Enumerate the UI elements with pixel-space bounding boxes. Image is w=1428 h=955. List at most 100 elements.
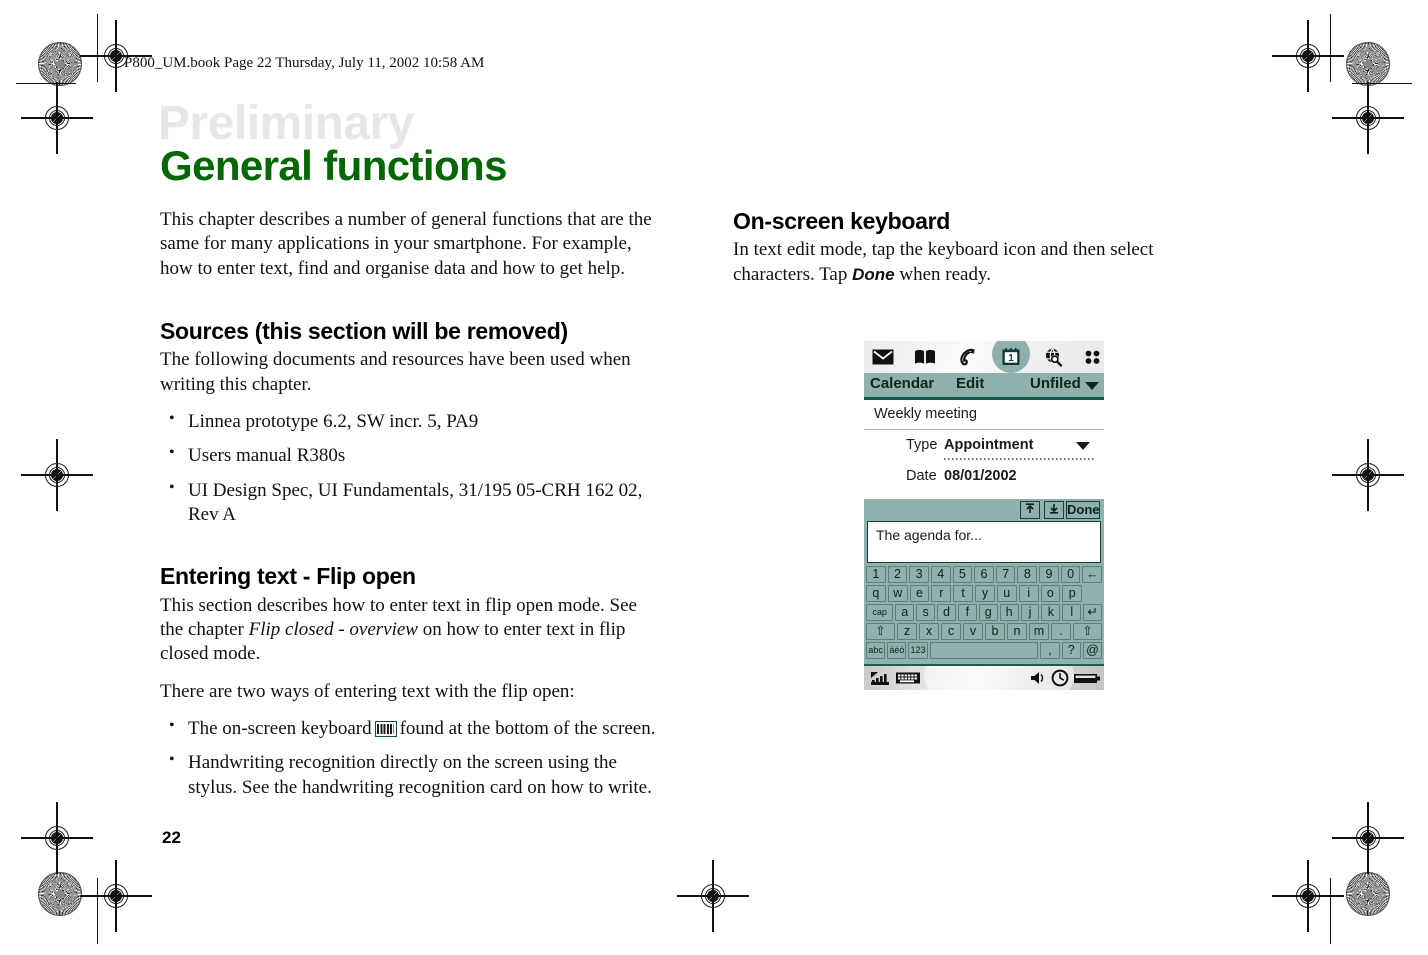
- clock-icon[interactable]: [1051, 669, 1069, 690]
- key-m[interactable]: m: [1029, 623, 1049, 640]
- battery-icon[interactable]: [1073, 669, 1101, 690]
- scroll-to-bottom-button[interactable]: [1044, 501, 1064, 519]
- numeric-mode-key[interactable]: 123: [908, 642, 928, 659]
- shift-key-left[interactable]: ⇧: [866, 623, 895, 640]
- key-1[interactable]: 1: [866, 566, 886, 583]
- date-field-value[interactable]: 08/01/2002: [944, 468, 1017, 484]
- calendar-icon[interactable]: 1: [1000, 347, 1022, 367]
- keyboard-row-bottom-letters: ⇧ z x c v b n m . ⇧: [866, 623, 1102, 640]
- sources-bullet-list: Linnea prototype 6.2, SW incr. 5, PA9 Us…: [160, 409, 660, 527]
- signal-strength-icon[interactable]: [869, 669, 891, 690]
- chevron-down-icon[interactable]: [1076, 442, 1090, 450]
- key-j[interactable]: j: [1020, 604, 1040, 621]
- key-n[interactable]: n: [1007, 623, 1027, 640]
- key-o[interactable]: o: [1040, 585, 1061, 602]
- speaker-icon[interactable]: [1029, 669, 1047, 690]
- abc-mode-key[interactable]: abc: [866, 642, 886, 659]
- on-screen-keyboard-paragraph: In text edit mode, tap the keyboard icon…: [733, 238, 1193, 287]
- key-t[interactable]: t: [953, 585, 974, 602]
- enter-key[interactable]: ↵: [1083, 604, 1103, 621]
- key-k[interactable]: k: [1041, 604, 1061, 621]
- key-h[interactable]: h: [999, 604, 1019, 621]
- done-button[interactable]: Done: [1066, 501, 1100, 519]
- pda-application-iconbar: 1: [864, 341, 1104, 373]
- backspace-key[interactable]: ←: [1082, 566, 1103, 583]
- key-0[interactable]: 0: [1060, 566, 1081, 583]
- type-field-value[interactable]: Appointment: [944, 437, 1033, 453]
- key-e[interactable]: e: [909, 585, 930, 602]
- preliminary-watermark: Preliminary: [158, 97, 414, 150]
- menubar-app-name[interactable]: Calendar: [870, 375, 934, 392]
- key-y[interactable]: y: [975, 585, 995, 602]
- trim-line-top-horizontal-right: [1352, 83, 1412, 85]
- menubar-folder-selector[interactable]: Unfiled: [1030, 375, 1081, 392]
- trim-line-top-horizontal-left: [16, 83, 76, 85]
- record-title[interactable]: Weekly meeting: [864, 400, 1104, 430]
- key-d[interactable]: d: [937, 604, 956, 621]
- key-at[interactable]: @: [1082, 642, 1103, 659]
- key-5[interactable]: 5: [952, 566, 973, 583]
- scroll-to-top-button[interactable]: [1020, 501, 1040, 519]
- key-v[interactable]: v: [963, 623, 983, 640]
- date-field-label: Date: [906, 468, 937, 484]
- key-question[interactable]: ?: [1061, 642, 1081, 659]
- key-p[interactable]: p: [1062, 585, 1083, 602]
- key-4[interactable]: 4: [930, 566, 951, 583]
- keyboard-spacer: [1084, 585, 1102, 602]
- key-q[interactable]: q: [866, 585, 886, 602]
- trim-line-right-vertical-bottom: [1330, 878, 1332, 944]
- key-c[interactable]: c: [941, 623, 961, 640]
- key-s[interactable]: s: [916, 604, 936, 621]
- type-field-row[interactable]: Type Appointment: [864, 430, 1104, 461]
- key-2[interactable]: 2: [887, 566, 908, 583]
- key-9[interactable]: 9: [1039, 566, 1059, 583]
- keyboard-panel-toolbar: Done: [864, 499, 1104, 521]
- keyboard-key-rows: 1 2 3 4 5 6 7 8 9 0 ← q w e r t y u i o …: [864, 563, 1104, 659]
- menubar-edit-menu[interactable]: Edit: [956, 375, 984, 392]
- date-field-row[interactable]: Date 08/01/2002: [864, 461, 1104, 492]
- apps-grid-icon[interactable]: [1082, 347, 1104, 367]
- find-icon[interactable]: [1042, 347, 1064, 367]
- page-number: 22: [162, 828, 181, 847]
- envelope-icon[interactable]: [872, 347, 894, 367]
- pda-menubar: Calendar Edit Unfiled: [864, 373, 1104, 400]
- key-3[interactable]: 3: [909, 566, 929, 583]
- sources-paragraph: The following documents and resources ha…: [160, 349, 631, 395]
- key-comma[interactable]: ,: [1040, 642, 1060, 659]
- text-entry-field[interactable]: The agenda for...: [867, 521, 1101, 563]
- registration-target-right-bottom: [1332, 802, 1404, 874]
- key-g[interactable]: g: [978, 604, 998, 621]
- key-a[interactable]: a: [895, 604, 915, 621]
- key-u[interactable]: u: [996, 585, 1017, 602]
- key-8[interactable]: 8: [1017, 566, 1038, 583]
- key-w[interactable]: w: [887, 585, 908, 602]
- key-l[interactable]: l: [1062, 604, 1082, 621]
- bullet-text-part: The on-screen keyboard: [188, 717, 372, 739]
- key-7[interactable]: 7: [995, 566, 1016, 583]
- key-x[interactable]: x: [919, 623, 939, 640]
- key-f[interactable]: f: [957, 604, 977, 621]
- pda-status-bar: [864, 664, 1104, 690]
- pda-record-body: Weekly meeting Type Appointment Date 08/…: [864, 400, 1104, 492]
- phone-icon[interactable]: [956, 347, 978, 367]
- registration-rosette-top-right: [1346, 42, 1390, 86]
- key-6[interactable]: 6: [974, 566, 994, 583]
- keyboard-icon[interactable]: [895, 669, 921, 690]
- keyboard-row-qwerty: q w e r t y u i o p: [866, 585, 1102, 602]
- key-period[interactable]: .: [1051, 623, 1071, 640]
- caps-key[interactable]: cap: [866, 604, 894, 621]
- intro-paragraph: This chapter describes a number of gener…: [160, 209, 652, 279]
- pda-screenshot-figure: 1 Calendar Edit Unfiled Weekly meeting T…: [864, 341, 1104, 714]
- shift-key-right[interactable]: ⇧: [1073, 623, 1102, 640]
- list-item: The on-screen keyboard found at the botto…: [160, 716, 660, 741]
- key-z[interactable]: z: [897, 623, 917, 640]
- key-b[interactable]: b: [985, 623, 1005, 640]
- key-i[interactable]: i: [1018, 585, 1039, 602]
- field-dotted-underline: [944, 458, 1096, 460]
- key-r[interactable]: r: [931, 585, 952, 602]
- space-key[interactable]: [929, 642, 1039, 659]
- accent-mode-key[interactable]: àéó: [887, 642, 907, 659]
- chevron-down-icon[interactable]: [1085, 382, 1099, 390]
- book-icon[interactable]: [914, 347, 936, 367]
